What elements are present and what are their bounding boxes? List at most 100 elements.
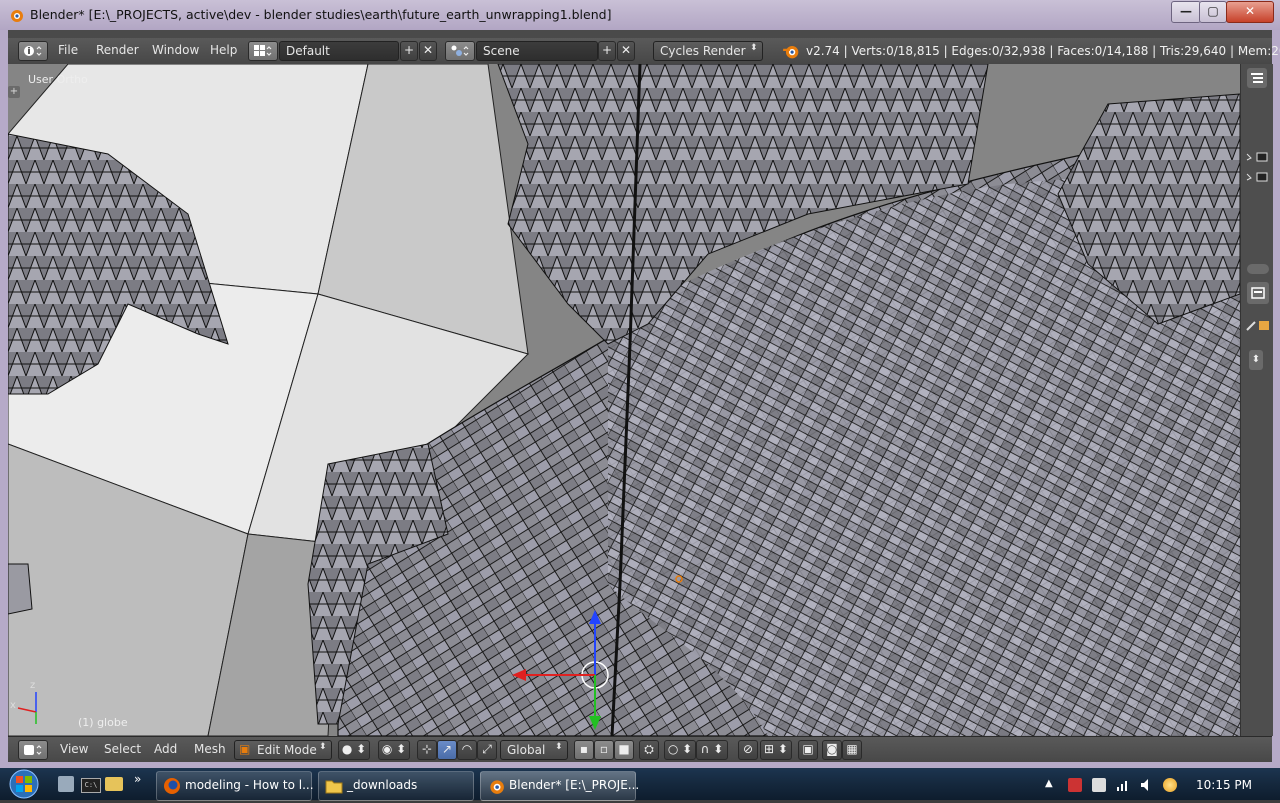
firefox-icon [164,778,180,794]
menu-file[interactable]: File [58,43,78,57]
editor-type-button-3d[interactable] [18,740,48,760]
blender-logo-icon [783,45,799,59]
network-icon[interactable] [1116,778,1130,792]
vertex-select-icon: ▪ [579,742,589,756]
render-engine-label: Cycles Render [660,44,746,58]
axis-x-label: x [10,700,16,711]
menu-mesh[interactable]: Mesh [194,742,226,756]
delete-scene-button[interactable]: ✕ [617,41,635,61]
wrench-icon[interactable] [1245,318,1271,335]
window-title: Blender* [E:\_PROJECTS, active\dev - ble… [30,7,612,22]
dropdown-arrow-icon: ⬍ [319,742,327,752]
maximize-button[interactable]: ▢ [1199,1,1227,23]
system-clock[interactable]: 10:15 PM [1196,778,1252,792]
delete-screen-button[interactable]: ✕ [419,41,437,61]
face-select-button[interactable]: ■ [614,740,634,760]
maximize-icon: ▢ [1207,4,1219,18]
command-prompt-icon[interactable]: C:\ [81,778,101,793]
limit-selection-button[interactable]: ⛭ [639,740,659,760]
action-center-icon[interactable] [1068,778,1082,792]
proportional-edit-dropdown[interactable]: ○ ⬍ [664,740,696,760]
taskbar-item-label: modeling - How to l... [185,778,314,792]
volume-icon[interactable] [1140,778,1154,792]
layout-grid-icon [254,45,272,56]
scroll-toggle[interactable] [1247,264,1269,274]
axis-z-label: z [30,680,36,691]
3d-view-icon [24,745,42,755]
minimize-button[interactable]: — [1171,1,1201,23]
translate-manipulator-button[interactable]: ↗ [437,740,457,760]
view-name-label: User Ortho [28,73,88,86]
edge-select-button[interactable]: ▫ [594,740,614,760]
transform-orientation-dropdown[interactable]: Global ⬍ [500,740,568,760]
menu-view[interactable]: View [60,742,88,756]
vertex-select-button[interactable]: ▪ [574,740,594,760]
scene-field[interactable]: Scene [476,41,598,61]
rotate-manipulator-button[interactable]: ◠ [457,740,477,760]
folder-icon [325,780,343,794]
mode-label: Edit Mode [257,743,317,757]
outliner-editor-button[interactable] [1247,68,1267,88]
mesh-view[interactable] [8,64,1240,736]
screen-layout-field[interactable]: Default [279,41,399,61]
solid-shading-icon: ● ⬍ [341,742,367,756]
3d-viewport[interactable] [8,64,1240,736]
opengl-render-movie-button[interactable]: ▦ [842,740,862,760]
dropdown-arrow-icon: ⬍ [750,43,758,53]
info-header-edge [8,30,1272,38]
properties-editor-button[interactable] [1247,282,1269,304]
clapper-icon: ▦ [846,742,858,756]
falloff-dropdown[interactable]: ∩ ⬍ [696,740,728,760]
menu-add[interactable]: Add [154,742,177,756]
scroll-arrows[interactable]: ⬍ [1249,350,1263,370]
close-button[interactable]: ✕ [1226,1,1274,23]
opengl-render-animation-button[interactable]: ◙ [822,740,842,760]
taskbar-item-firefox[interactable]: modeling - How to l... [156,771,314,801]
start-button[interactable] [6,768,46,800]
opengl-render-button[interactable]: ▣ [798,740,818,760]
render-icon[interactable] [1245,170,1269,187]
window-frame-left [0,30,8,768]
tray-overflow-icon[interactable]: ▲ [1045,778,1053,789]
toolshelf-toggle[interactable]: + [8,86,20,98]
window-titlebar[interactable]: Blender* [E:\_PROJECTS, active\dev - ble… [0,0,1280,30]
menu-window[interactable]: Window [152,43,199,57]
minimize-icon: — [1180,4,1192,18]
screen-layout-selector[interactable] [248,41,278,61]
editor-type-button[interactable] [18,41,48,61]
properties-icon [1251,287,1265,299]
camera-icon: ◙ [826,742,838,756]
app-tray-icon[interactable] [1163,778,1177,792]
snap-grid-icon: ⊞ ⬍ [764,742,788,756]
camera-icon[interactable] [1245,150,1269,167]
menu-help[interactable]: Help [210,43,237,57]
scene-selector[interactable] [445,41,475,61]
active-object-label: (1) globe [78,716,128,729]
taskbar-item-label: _downloads [347,778,418,792]
blender-icon [490,780,504,794]
device-icon[interactable] [1092,778,1106,792]
taskbar-item-downloads[interactable]: _downloads [318,771,474,801]
add-scene-button[interactable]: + [598,41,616,61]
info-header: File Render Window Help Default + ✕ Scen… [8,38,1280,65]
mode-dropdown[interactable]: ▣ Edit Mode ⬍ [234,740,332,760]
pivot-point-dropdown[interactable]: ◉ ⬍ [378,740,410,760]
recycle-bin-icon[interactable] [58,776,74,792]
menu-select[interactable]: Select [104,742,141,756]
magnet-icon: ⊘ [742,742,754,756]
menu-render[interactable]: Render [96,43,139,57]
scale-manipulator-button[interactable]: ⤢ [477,740,497,760]
explorer-icon[interactable] [105,777,123,791]
scene-statistics: v2.74 | Verts:0/18,815 | Edges:0/32,938 … [806,44,1280,58]
quick-launch-overflow[interactable]: » [134,772,141,786]
viewport-shading-dropdown[interactable]: ● ⬍ [338,740,370,760]
render-engine-dropdown[interactable]: Cycles Render ⬍ [653,41,763,61]
windows-logo-icon [9,769,39,799]
orientation-label: Global [507,743,546,757]
taskbar-item-blender[interactable]: Blender* [E:\_PROJE... [480,771,639,801]
snap-toggle[interactable]: ⊘ [738,740,758,760]
blender-icon [11,10,23,22]
snap-element-dropdown[interactable]: ⊞ ⬍ [760,740,792,760]
add-screen-button[interactable]: + [400,41,418,61]
manipulator-toggle[interactable]: ⊹ [417,740,437,760]
